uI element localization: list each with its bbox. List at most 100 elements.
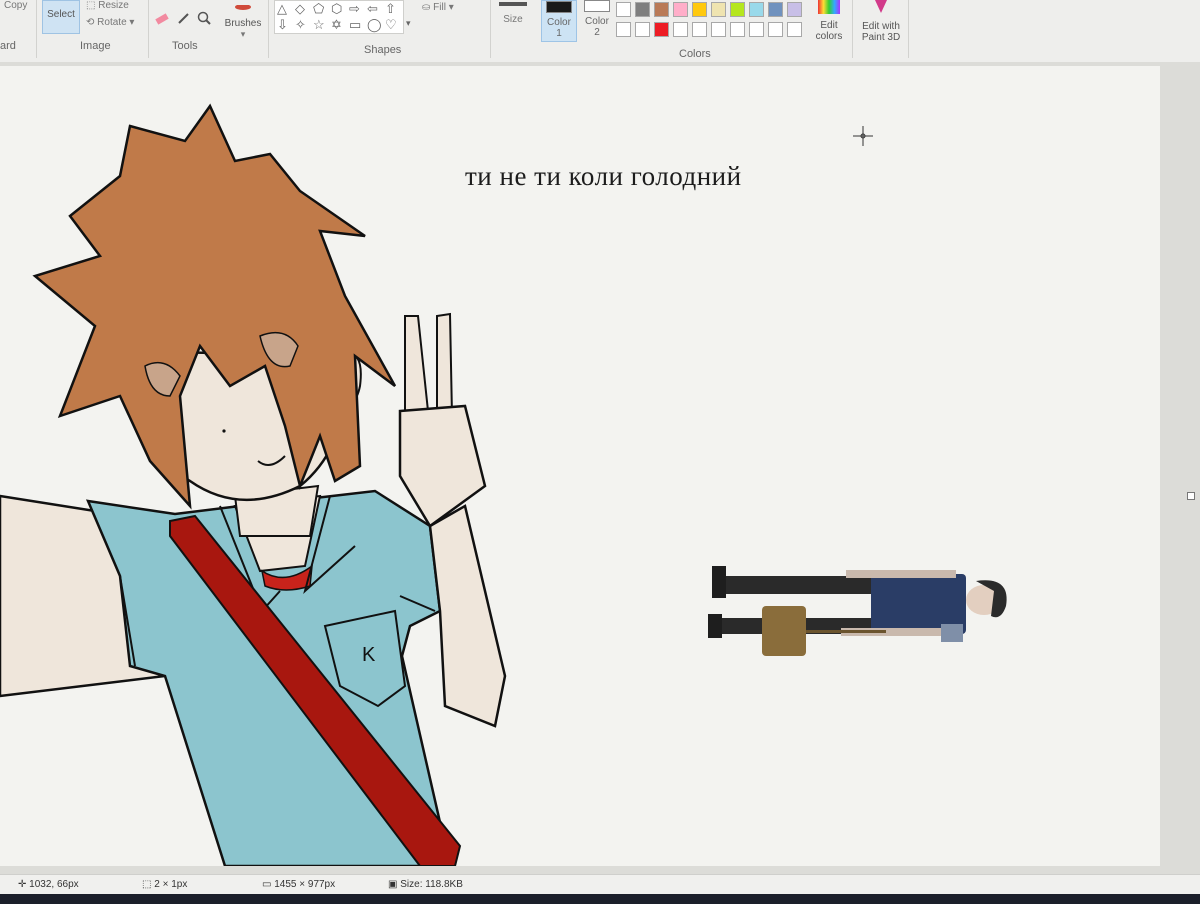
copy-button[interactable]: Copy (4, 0, 27, 11)
divider (852, 0, 853, 58)
color2-swatch (584, 0, 610, 12)
shapes-group-label: Shapes (364, 44, 402, 56)
rotate-button[interactable]: ⟲ Rotate ▾ (86, 17, 134, 28)
palette-swatch[interactable] (616, 22, 631, 37)
ribbon: Copy ard Select ⬚ Resize ⟲ Rotate ▾ Imag… (0, 0, 1200, 63)
pentagon-shape-icon[interactable]: ⬠ (313, 2, 324, 16)
workspace: K ти не ти коли голодний (0, 62, 1200, 874)
rotate-label: Rotate (97, 17, 127, 28)
fill-button[interactable]: ⛀ Fill ▾ (422, 2, 454, 13)
cursor-position-value: 1032, 66px (29, 879, 79, 890)
palette-swatch[interactable] (616, 2, 631, 17)
selection-icon: ⬚ (142, 879, 152, 890)
palette-swatch[interactable] (692, 22, 707, 37)
triangle-shape-icon[interactable]: △ (277, 2, 287, 16)
fill-label: Fill (433, 2, 446, 13)
edit-colors-line2: colors (815, 31, 843, 42)
callout-rect-shape-icon[interactable]: ▭ (349, 18, 361, 32)
palette-swatch[interactable] (787, 2, 802, 17)
status-bar: ✛ 1032, 66px ⬚ 2 × 1px ▭ 1455 × 977px ▣ … (0, 874, 1200, 895)
divider (490, 0, 491, 58)
image-size-icon: ▭ (262, 879, 272, 890)
drawing-canvas[interactable]: K ти не ти коли голодний (0, 66, 1160, 866)
resize-label: Resize (98, 0, 129, 11)
color1-label-line1: Color (547, 17, 571, 28)
size-button[interactable]: Size (496, 0, 530, 40)
magnifier-icon[interactable] (196, 10, 212, 26)
palette-swatch[interactable] (654, 22, 669, 37)
divider (268, 0, 269, 58)
divider (36, 0, 37, 58)
star5-shape-icon[interactable]: ☆ (313, 18, 325, 32)
image-size-value: 1455 × 977px (274, 879, 336, 890)
crosshair-icon: ✛ (18, 879, 27, 890)
edit-colors-line1: Edit (820, 20, 838, 31)
shapes-gallery[interactable]: △ ◇ ⬠ ⬡ ⇨ ⇦ ⇧ ⇩ ✧ ☆ ✡ ▭ ◯ ♡ (274, 0, 404, 34)
palette-swatch[interactable] (787, 22, 802, 37)
standing-man-image (708, 566, 1007, 656)
right-forearm (428, 504, 507, 728)
palette-swatch[interactable] (692, 2, 707, 17)
crosshair-cursor-icon (853, 126, 873, 146)
divider (908, 0, 909, 58)
right-arrow-shape-icon[interactable]: ⇨ (349, 2, 360, 16)
brushes-button[interactable]: Brushes ▾ (222, 0, 264, 39)
palette-swatch[interactable] (749, 22, 764, 37)
paint3d-line1: Edit with (862, 21, 900, 32)
heart-shape-icon[interactable]: ♡ (385, 18, 397, 32)
hexagon-shape-icon[interactable]: ⬡ (331, 2, 342, 16)
palette-swatch[interactable] (711, 22, 726, 37)
palette-swatch[interactable] (635, 22, 650, 37)
disk-icon: ▣ (388, 879, 398, 890)
palette-swatch[interactable] (749, 2, 764, 17)
resize-icon: ⬚ (86, 0, 96, 11)
cursor-position: ✛ 1032, 66px (18, 879, 79, 890)
palette-swatch[interactable] (768, 22, 783, 37)
up-arrow-shape-icon[interactable]: ⇧ (385, 2, 396, 16)
canvas-resize-handle[interactable] (1187, 492, 1195, 500)
star4-shape-icon[interactable]: ✧ (295, 18, 306, 32)
palette-swatch[interactable] (635, 2, 650, 17)
rainbow-icon (818, 0, 840, 14)
palette-swatch[interactable] (673, 2, 688, 17)
colors-group-label: Colors (679, 48, 711, 60)
selection-size: ⬚ 2 × 1px (142, 879, 187, 890)
paint3d-icon (875, 0, 887, 13)
paint3d-line2: Paint 3D (861, 32, 901, 43)
edit-with-paint3d-button[interactable]: Edit with Paint 3D (856, 0, 906, 43)
palette-swatch[interactable] (673, 22, 688, 37)
taskbar (0, 894, 1200, 904)
image-size: ▭ 1455 × 977px (262, 879, 335, 890)
color1-swatch (546, 1, 572, 13)
file-size: ▣ Size: 118.8KB (388, 879, 463, 890)
palette-swatch[interactable] (730, 2, 745, 17)
line-width-icon (499, 2, 527, 6)
color2-button[interactable]: Color 2 (579, 0, 615, 42)
edit-colors-button[interactable]: Edit colors (812, 0, 846, 42)
palette-swatch[interactable] (730, 22, 745, 37)
star6-shape-icon[interactable]: ✡ (331, 18, 342, 32)
palette-swatch[interactable] (711, 2, 726, 17)
image-group-label: Image (80, 40, 111, 52)
select-label: Select (47, 9, 75, 20)
pocket-letter: K (362, 644, 376, 666)
select-button[interactable]: Select (42, 0, 80, 34)
color1-button[interactable]: Color 1 (541, 0, 577, 42)
color2-label-line1: Color (585, 16, 609, 27)
color-picker-icon[interactable] (176, 10, 192, 26)
left-arrow-shape-icon[interactable]: ⇦ (367, 2, 378, 16)
down-arrow-shape-icon[interactable]: ⇩ (277, 18, 288, 32)
selection-size-value: 2 × 1px (154, 879, 188, 890)
callout-oval-shape-icon[interactable]: ◯ (367, 18, 382, 32)
palette-swatch[interactable] (654, 2, 669, 17)
caption-text: ти не ти коли голодний (465, 161, 742, 191)
eraser-icon[interactable] (154, 10, 170, 26)
palette-swatch[interactable] (768, 2, 783, 17)
fill-bucket-icon: ⛀ (422, 2, 431, 13)
brushes-label: Brushes (224, 18, 262, 29)
resize-button[interactable]: ⬚ Resize (86, 0, 129, 11)
shapes-scroll-icon[interactable]: ▾ (406, 18, 411, 29)
tools-group-label: Tools (172, 40, 198, 52)
peace-sign-hand (398, 404, 487, 528)
diamond-shape-icon[interactable]: ◇ (295, 2, 305, 16)
